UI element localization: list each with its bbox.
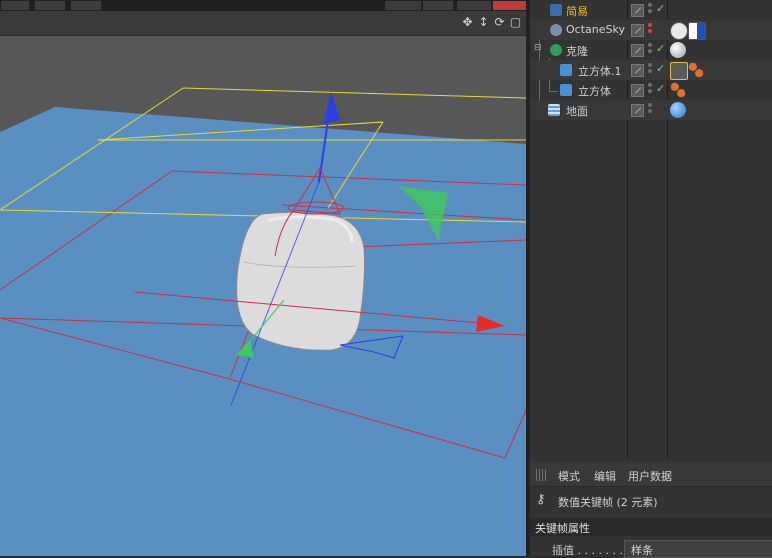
object-label: 简易 xyxy=(566,5,588,18)
layer-dots[interactable] xyxy=(648,23,653,37)
attribute-manager-menu: 模式 编辑 用户数据 xyxy=(530,462,772,487)
material-tag-icon[interactable] xyxy=(670,82,686,98)
object-row-cloner[interactable]: ⊟ 克隆 ✓ xyxy=(530,40,772,60)
rotate-icon[interactable]: ⟳ xyxy=(493,16,506,29)
selected-tag-icon[interactable] xyxy=(670,62,688,80)
layer-dots[interactable] xyxy=(648,43,653,57)
layer-dots[interactable] xyxy=(648,83,653,97)
menu-edit[interactable]: 编辑 xyxy=(594,468,616,484)
object-label: 克隆 xyxy=(566,45,588,58)
cube-object[interactable] xyxy=(236,211,365,351)
toolbar-button[interactable] xyxy=(422,0,454,11)
visibility-toggle[interactable] xyxy=(631,104,644,117)
object-row-sky[interactable]: OctaneSky xyxy=(530,20,772,40)
octane-tag-icon[interactable] xyxy=(670,22,688,40)
visibility-toggle[interactable] xyxy=(631,84,644,97)
material-tag-icon[interactable] xyxy=(688,62,704,78)
3d-viewport[interactable]: ✥ ↕ ⟳ ▢ xyxy=(0,0,526,556)
object-label: 立方体 xyxy=(578,85,611,98)
panel-grip-icon[interactable] xyxy=(536,469,548,481)
section-label: 关键帧属性 xyxy=(535,522,590,535)
toolbar-button[interactable] xyxy=(34,0,66,11)
visibility-toggle[interactable] xyxy=(631,64,644,77)
enabled-check-icon[interactable]: ✓ xyxy=(656,42,665,55)
toolbar-button[interactable] xyxy=(70,0,102,11)
object-row-cube-1[interactable]: 立方体.1 ✓ xyxy=(530,60,772,80)
enabled-check-icon[interactable]: ✓ xyxy=(656,82,665,95)
viewport-scene[interactable] xyxy=(0,36,526,556)
visibility-toggle[interactable] xyxy=(631,24,644,37)
menu-mode[interactable]: 模式 xyxy=(558,468,580,484)
object-label: 地面 xyxy=(566,105,588,118)
material-tag-icon[interactable] xyxy=(670,102,686,118)
layer-dots[interactable] xyxy=(648,3,653,17)
enabled-check-icon[interactable]: ✓ xyxy=(656,62,665,75)
menu-user-data[interactable]: 用户数据 xyxy=(628,468,672,484)
cloner-icon xyxy=(550,44,562,56)
cube-icon xyxy=(560,84,572,96)
camera-icon xyxy=(550,4,562,16)
maximize-icon[interactable]: ▢ xyxy=(509,16,522,29)
attribute-manager: 模式 编辑 用户数据 ⚷ 数值关键帧 (2 元素) 关键帧属性 插值 . . .… xyxy=(530,458,772,558)
attribute-title: 数值关键帧 (2 元素) xyxy=(558,496,658,509)
material-tag-icon[interactable] xyxy=(670,42,686,58)
move-icon[interactable]: ✥ xyxy=(461,16,474,29)
main-toolbar xyxy=(0,0,526,11)
interpolation-dropdown[interactable]: 样条 xyxy=(624,540,772,558)
section-header[interactable]: 关键帧属性 xyxy=(530,518,772,536)
object-row-cube[interactable]: 立方体 ✓ xyxy=(530,80,772,100)
toolbar-button[interactable] xyxy=(456,0,492,11)
enabled-check-icon[interactable]: ✓ xyxy=(656,2,665,15)
toolbar-button[interactable] xyxy=(384,0,422,11)
object-manager: 简易 ✓ OctaneSky ⊟ 克隆 ✓ 立方体.1 ✓ 立方体 ✓ 地面 xyxy=(530,0,772,458)
expand-icon[interactable]: ⊟ xyxy=(534,43,542,53)
object-label: 立方体.1 xyxy=(578,65,622,78)
object-label: OctaneSky xyxy=(566,23,625,36)
object-row-camera[interactable]: 简易 ✓ xyxy=(530,0,772,20)
environment-tag-icon[interactable] xyxy=(688,22,706,40)
visibility-toggle[interactable] xyxy=(631,44,644,57)
layer-dots[interactable] xyxy=(648,103,653,117)
layer-dots[interactable] xyxy=(648,63,653,77)
toolbar-button[interactable] xyxy=(0,0,30,11)
cube-icon xyxy=(560,64,572,76)
visibility-toggle[interactable] xyxy=(631,4,644,17)
floor-icon xyxy=(548,104,560,116)
keyframe-icon: ⚷ xyxy=(536,492,546,507)
toolbar-button[interactable] xyxy=(492,0,526,11)
viewport-header: ✥ ↕ ⟳ ▢ xyxy=(0,11,526,36)
sky-icon xyxy=(550,24,562,36)
dolly-icon[interactable]: ↕ xyxy=(477,16,490,29)
object-row-floor[interactable]: 地面 xyxy=(530,100,772,120)
